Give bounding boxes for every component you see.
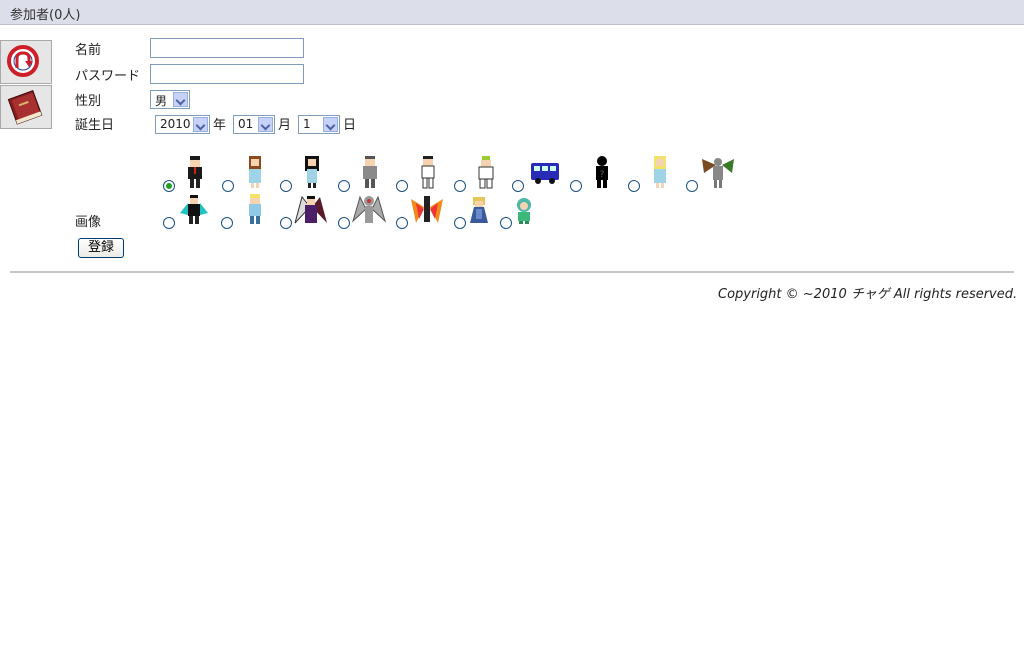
book-button[interactable] <box>0 85 52 129</box>
avatar-radio[interactable] <box>454 217 466 229</box>
name-input[interactable] <box>150 38 304 58</box>
avatar-girl-icon <box>305 156 319 188</box>
participants-title: 参加者(0人) <box>10 8 81 23</box>
divider <box>10 271 1014 273</box>
copyright-text: Copyright © ~2010 チャゲ All rights reserve… <box>718 287 1018 302</box>
avatar-dark-lord-icon <box>294 195 327 224</box>
refresh-icon <box>7 45 39 77</box>
avatar-silhouette-icon: ? <box>596 156 608 188</box>
avatar-angel-icon <box>352 195 386 223</box>
avatar-phoenix-icon <box>411 196 443 223</box>
avatar-radio[interactable] <box>222 180 234 192</box>
avatar-radio[interactable] <box>338 217 350 229</box>
avatar-bus-icon <box>531 163 559 184</box>
day-select[interactable]: 1 <box>298 115 340 134</box>
avatar-radio[interactable] <box>280 217 292 229</box>
avatar-radio[interactable] <box>163 180 175 192</box>
avatar-radio[interactable] <box>280 180 292 192</box>
avatar-cloaked-icon <box>470 197 488 223</box>
gender-select[interactable]: 男 <box>150 90 190 109</box>
avatar-radio[interactable] <box>163 217 175 229</box>
month-value: 01 <box>238 117 254 131</box>
birthday-label: 誕生日 <box>75 118 115 133</box>
month-select[interactable]: 01 <box>233 115 275 134</box>
avatar-man-icon <box>363 156 377 188</box>
password-label: パスワード <box>75 69 141 84</box>
participants-header: 参加者(0人) <box>0 0 1024 25</box>
avatar-boy-icon <box>188 156 202 188</box>
chevron-down-icon <box>173 92 188 107</box>
gender-label: 性別 <box>75 94 102 109</box>
year-select[interactable]: 2010 <box>155 115 210 134</box>
avatar-radio[interactable] <box>570 180 582 192</box>
avatar-radio[interactable] <box>500 217 512 229</box>
password-input[interactable] <box>150 64 304 84</box>
month-unit: 月 <box>278 118 292 133</box>
avatar-girl-icon <box>249 156 261 188</box>
avatar-radio[interactable] <box>338 180 350 192</box>
avatar-blonde-icon <box>654 156 666 188</box>
reload-button[interactable] <box>0 40 52 84</box>
register-button[interactable]: 登録 <box>78 238 124 258</box>
avatar-radio[interactable] <box>628 180 640 192</box>
avatar-slime-kid-icon <box>517 198 531 224</box>
avatar-radio[interactable] <box>512 180 524 192</box>
avatar-radio[interactable] <box>454 180 466 192</box>
avatar-blonde-boy-icon <box>249 194 261 224</box>
gender-value: 男 <box>155 94 168 108</box>
chevron-down-icon <box>323 117 338 132</box>
year-unit: 年 <box>213 118 227 133</box>
avatar-boy-icon <box>421 156 435 189</box>
day-unit: 日 <box>343 118 357 133</box>
image-label: 画像 <box>75 215 102 230</box>
avatar-vampire-icon <box>180 195 208 224</box>
avatar-radio[interactable] <box>396 180 408 192</box>
avatar-robot-icon <box>478 156 494 189</box>
chevron-down-icon <box>258 117 273 132</box>
avatar-radio[interactable] <box>221 217 233 229</box>
name-label: 名前 <box>75 43 102 58</box>
chevron-down-icon <box>193 117 208 132</box>
year-value: 2010 <box>160 117 191 131</box>
svg-text:?: ? <box>600 170 605 180</box>
book-icon <box>7 90 43 125</box>
day-value: 1 <box>303 117 311 131</box>
avatar-radio[interactable] <box>686 180 698 192</box>
avatar-radio[interactable] <box>396 217 408 229</box>
avatar-winged-statue-icon <box>702 158 734 188</box>
